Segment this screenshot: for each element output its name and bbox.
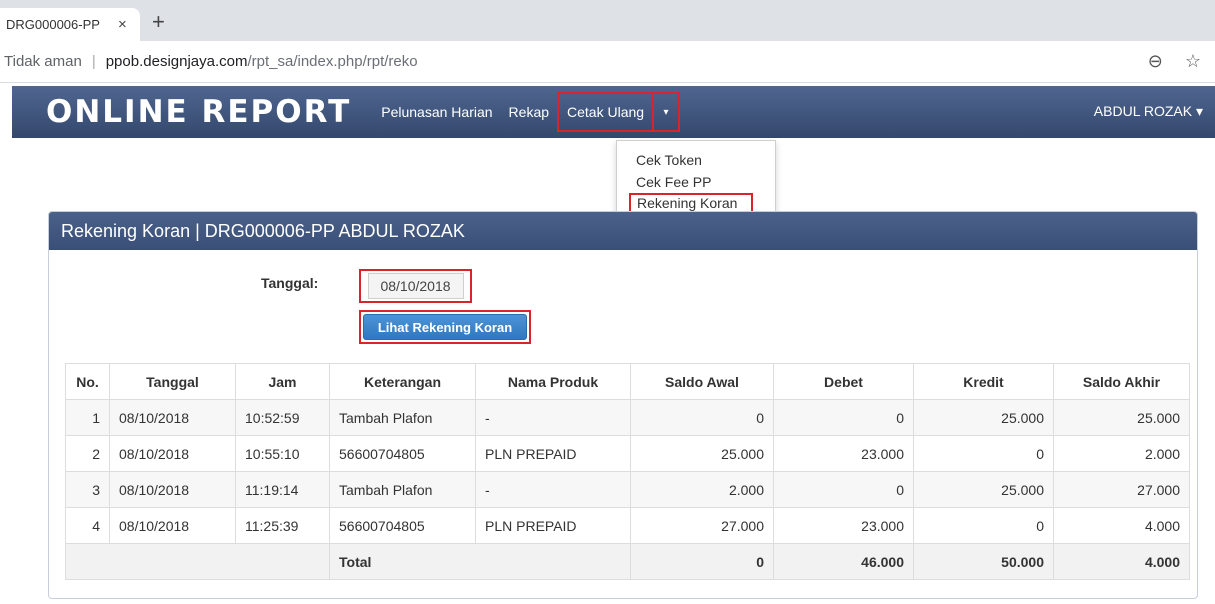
cell-jam: 10:52:59 <box>235 399 330 436</box>
app-navbar: ONLINE REPORT Pelunasan Harian Rekap Cet… <box>12 86 1215 138</box>
cell-keterangan: Tambah Plafon <box>329 399 476 436</box>
total-saldo-akhir: 4.000 <box>1053 543 1190 580</box>
cell-no: 1 <box>65 399 110 436</box>
cell-keterangan: Tambah Plafon <box>329 471 476 508</box>
col-keterangan: Keterangan <box>329 363 476 400</box>
cell-tanggal: 08/10/2018 <box>109 471 236 508</box>
cell-nama-produk: - <box>475 471 631 508</box>
rekening-table: No. Tanggal Jam Keterangan Nama Produk S… <box>65 363 1190 580</box>
new-tab-icon[interactable]: + <box>152 10 165 34</box>
cell-jam: 11:25:39 <box>235 507 330 544</box>
table-row: 4 08/10/2018 11:25:39 56600704805 PLN PR… <box>65 507 1190 544</box>
menu-item-cek-fee-pp[interactable]: Cek Fee PP <box>617 171 775 193</box>
cell-saldo-awal: 27.000 <box>630 507 774 544</box>
cell-debet: 0 <box>773 471 914 508</box>
url-host[interactable]: ppob.designjaya.com <box>106 53 248 70</box>
cell-jam: 11:19:14 <box>235 471 330 508</box>
cell-tanggal: 08/10/2018 <box>109 507 236 544</box>
nav-pelunasan-harian[interactable]: Pelunasan Harian <box>373 104 500 120</box>
col-nama-produk: Nama Produk <box>475 363 631 400</box>
panel-title: Rekening Koran | DRG000006-PP ABDUL ROZA… <box>49 212 1197 250</box>
table-row: 2 08/10/2018 10:55:10 56600704805 PLN PR… <box>65 435 1190 472</box>
cell-kredit: 25.000 <box>913 399 1054 436</box>
date-label: Tanggal: <box>261 275 319 291</box>
cell-kredit: 25.000 <box>913 471 1054 508</box>
col-kredit: Kredit <box>913 363 1054 400</box>
cell-nama-produk: PLN PREPAID <box>475 507 631 544</box>
close-icon[interactable]: × <box>118 16 127 33</box>
cell-saldo-awal: 0 <box>630 399 774 436</box>
table-total-row: Total 0 46.000 50.000 4.000 <box>65 543 1190 580</box>
col-saldo-awal: Saldo Awal <box>630 363 774 400</box>
cell-no: 4 <box>65 507 110 544</box>
lihat-rekening-koran-button[interactable]: Lihat Rekening Koran <box>363 314 527 340</box>
table-header-row: No. Tanggal Jam Keterangan Nama Produk S… <box>65 363 1190 400</box>
date-input-highlight <box>359 269 472 303</box>
date-input[interactable] <box>367 273 464 299</box>
cell-tanggal: 08/10/2018 <box>109 435 236 472</box>
zoom-icon[interactable]: ⊖ <box>1148 51 1163 72</box>
star-icon[interactable]: ☆ <box>1185 51 1201 72</box>
menu-item-rekening-koran[interactable]: Rekening Koran <box>629 193 753 213</box>
total-kredit: 50.000 <box>913 543 1054 580</box>
cell-saldo-awal: 2.000 <box>630 471 774 508</box>
button-highlight: Lihat Rekening Koran <box>359 310 531 344</box>
total-spacer <box>65 543 330 580</box>
tab-title: DRG000006-PP <box>6 17 100 32</box>
cell-keterangan: 56600704805 <box>329 507 476 544</box>
cell-debet: 0 <box>773 399 914 436</box>
cell-jam: 10:55:10 <box>235 435 330 472</box>
nav-cetak-ulang-highlight: Cetak Ulang ▾ <box>557 92 681 132</box>
chevron-down-icon[interactable]: ▾ <box>652 92 678 132</box>
cell-kredit: 0 <box>913 435 1054 472</box>
cell-tanggal: 08/10/2018 <box>109 399 236 436</box>
cell-nama-produk: PLN PREPAID <box>475 435 631 472</box>
col-no: No. <box>65 363 110 400</box>
rekening-koran-panel: Rekening Koran | DRG000006-PP ABDUL ROZA… <box>48 211 1198 599</box>
cell-saldo-akhir: 4.000 <box>1053 507 1190 544</box>
col-debet: Debet <box>773 363 914 400</box>
table-row: 3 08/10/2018 11:19:14 Tambah Plafon - 2.… <box>65 471 1190 508</box>
cell-saldo-akhir: 2.000 <box>1053 435 1190 472</box>
address-icons: ⊖ ☆ <box>1148 51 1201 72</box>
user-menu[interactable]: ABDUL ROZAK ▾ <box>1094 103 1203 120</box>
cell-nama-produk: - <box>475 399 631 436</box>
browser-tab[interactable]: DRG000006-PP × <box>0 8 140 41</box>
cell-debet: 23.000 <box>773 507 914 544</box>
nav-links: Pelunasan Harian Rekap Cetak Ulang ▾ <box>373 92 681 132</box>
table-row: 1 08/10/2018 10:52:59 Tambah Plafon - 0 … <box>65 399 1190 436</box>
total-saldo-awal: 0 <box>630 543 774 580</box>
cell-no: 3 <box>65 471 110 508</box>
brand-logo[interactable]: ONLINE REPORT <box>46 94 351 130</box>
cell-kredit: 0 <box>913 507 1054 544</box>
menu-item-cek-token[interactable]: Cek Token <box>617 149 775 171</box>
cell-saldo-akhir: 27.000 <box>1053 471 1190 508</box>
total-label: Total <box>329 543 631 580</box>
total-debet: 46.000 <box>773 543 914 580</box>
address-bar[interactable]: Tidak aman | ppob.designjaya.com /rpt_sa… <box>0 41 1215 83</box>
url-path[interactable]: /rpt_sa/index.php/rpt/reko <box>247 53 417 70</box>
cell-keterangan: 56600704805 <box>329 435 476 472</box>
col-tanggal: Tanggal <box>109 363 236 400</box>
nav-rekap[interactable]: Rekap <box>501 104 557 120</box>
cell-debet: 23.000 <box>773 435 914 472</box>
browser-tabstrip: DRG000006-PP × + <box>0 0 1215 41</box>
col-jam: Jam <box>235 363 330 400</box>
cell-no: 2 <box>65 435 110 472</box>
col-saldo-akhir: Saldo Akhir <box>1053 363 1190 400</box>
security-label[interactable]: Tidak aman <box>4 53 82 70</box>
address-separator: | <box>91 53 96 70</box>
cell-saldo-akhir: 25.000 <box>1053 399 1190 436</box>
nav-cetak-ulang[interactable]: Cetak Ulang <box>559 104 652 120</box>
cell-saldo-awal: 25.000 <box>630 435 774 472</box>
